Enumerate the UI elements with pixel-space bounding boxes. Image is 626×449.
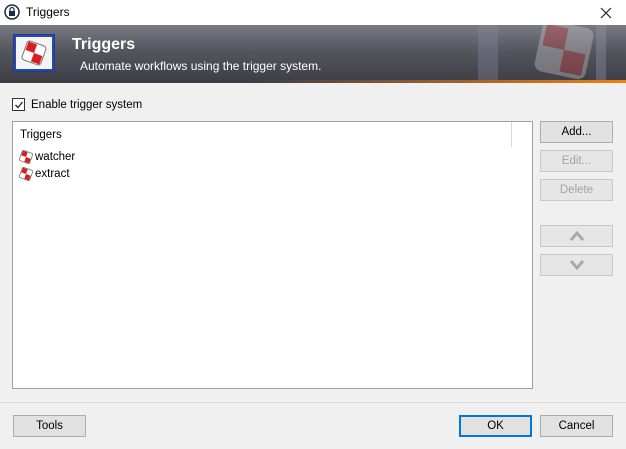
triggers-list[interactable]: Triggers watcher extract [12, 121, 533, 389]
column-header-triggers[interactable]: Triggers [13, 122, 512, 147]
trigger-logo-icon [13, 34, 55, 72]
close-icon [600, 7, 612, 18]
window-title: Triggers [26, 5, 70, 19]
add-button[interactable]: Add... [540, 121, 613, 143]
title-bar: Triggers [0, 0, 626, 25]
trigger-icon [19, 150, 33, 164]
banner-watermark [478, 25, 606, 80]
header-banner: Triggers Automate workflows using the tr… [0, 25, 626, 83]
footer-separator [0, 402, 626, 403]
enable-trigger-label: Enable trigger system [31, 98, 143, 111]
cancel-button[interactable]: Cancel [540, 415, 613, 437]
move-down-button[interactable] [540, 254, 613, 276]
chevron-up-icon [569, 230, 584, 241]
tools-button[interactable]: Tools [13, 415, 86, 437]
ok-button[interactable]: OK [459, 415, 532, 437]
chevron-down-icon [569, 260, 584, 271]
column-header-label: Triggers [20, 129, 62, 141]
move-up-button[interactable] [540, 225, 613, 247]
banner-accent-line [0, 80, 626, 83]
edit-button[interactable]: Edit... [540, 150, 613, 172]
list-item[interactable]: watcher [19, 149, 75, 165]
banner-subheading: Automate workflows using the trigger sys… [80, 59, 322, 73]
list-item-label: extract [35, 168, 70, 180]
close-button[interactable] [586, 0, 626, 25]
enable-trigger-row[interactable]: Enable trigger system [12, 98, 142, 111]
lock-icon [4, 4, 20, 20]
list-item[interactable]: extract [19, 166, 70, 182]
delete-button[interactable]: Delete [540, 179, 613, 201]
banner-heading: Triggers [72, 36, 136, 53]
list-item-label: watcher [35, 151, 76, 163]
checkmark-icon [14, 101, 23, 108]
trigger-icon [19, 167, 33, 181]
enable-trigger-checkbox[interactable] [12, 98, 25, 111]
